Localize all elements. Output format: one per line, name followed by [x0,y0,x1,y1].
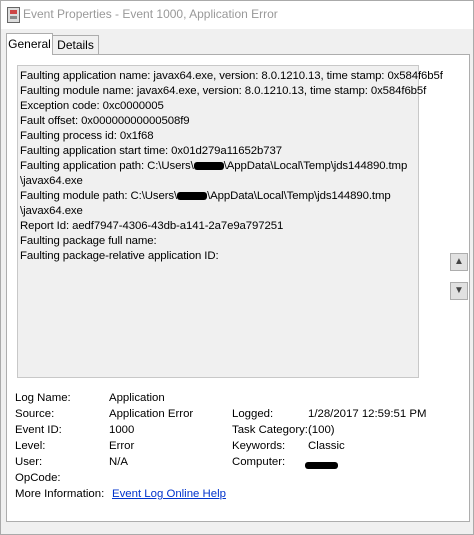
event-viewer-icon [7,7,20,23]
computer-value-redacted [305,458,338,474]
path-suffix: \AppData\Local\Temp\jds144890.tmp [207,190,391,202]
description-line: Faulting application name: javax64.exe, … [20,70,443,82]
description-line: Faulting package full name: [20,235,157,247]
level-label: Level: [15,440,46,452]
description-line: Faulting package-relative application ID… [20,250,219,262]
description-line: Report Id: aedf7947-4306-43db-a141-2a7e9… [20,220,284,232]
tab-general[interactable]: General [6,33,53,55]
description-line: \javax64.exe [20,205,83,217]
task-category-label: Task Category: [232,424,308,436]
user-value: N/A [109,456,128,468]
up-arrow-icon: ▲ [454,256,464,267]
logged-label: Logged: [232,408,274,420]
general-tab-panel: Faulting application name: javax64.exe, … [6,54,470,522]
description-line: Faulting process id: 0x1f68 [20,130,154,142]
user-label: User: [15,456,43,468]
event-id-value: 1000 [109,424,135,436]
source-label: Source: [15,408,55,420]
path-suffix: \AppData\Local\Temp\jds144890.tmp [223,160,408,172]
level-value: Error [109,440,135,452]
logged-value: 1/28/2017 12:59:51 PM [308,408,427,420]
path-prefix: Faulting application path: C:\Users\ [20,160,194,172]
window-title: Event Properties - Event 1000, Applicati… [23,7,278,21]
keywords-label: Keywords: [232,440,286,452]
description-line: Faulting application start time: 0x01d27… [20,145,282,157]
scroll-up-button[interactable]: ▲ [450,253,468,271]
redacted-username [177,191,208,200]
description-line: Faulting application path: C:\Users\ \App… [20,159,418,174]
description-line: Fault offset: 0x00000000000508f9 [20,115,190,127]
opcode-label: OpCode: [15,472,61,484]
redacted-username [193,161,224,170]
task-category-value: (100) [308,424,335,436]
description-line: Faulting module name: javax64.exe, versi… [20,85,427,97]
down-arrow-icon: ▼ [454,285,464,296]
tab-details[interactable]: Details [52,35,99,54]
keywords-value: Classic [308,440,345,452]
event-log-online-help-link[interactable]: Event Log Online Help [112,486,226,502]
redacted-computer-name [305,462,338,470]
description-line: Faulting module path: C:\Users\ \AppData\… [20,189,418,204]
event-description-box[interactable]: Faulting application name: javax64.exe, … [17,65,443,378]
scroll-down-button[interactable]: ▼ [450,282,468,300]
computer-label: Computer: [232,456,286,468]
event-id-label: Event ID: [15,424,62,436]
log-name-label: Log Name: [15,392,71,404]
log-name-value: Application [109,392,165,404]
description-line: \javax64.exe [20,175,83,187]
path-prefix: Faulting module path: C:\Users\ [20,190,178,202]
description-line: Exception code: 0xc0000005 [20,100,164,112]
more-information-label: More Information: [15,488,105,500]
title-bar[interactable]: Event Properties - Event 1000, Applicati… [1,1,473,29]
source-value: Application Error [109,408,194,420]
event-properties-window: Event Properties - Event 1000, Applicati… [0,0,474,535]
